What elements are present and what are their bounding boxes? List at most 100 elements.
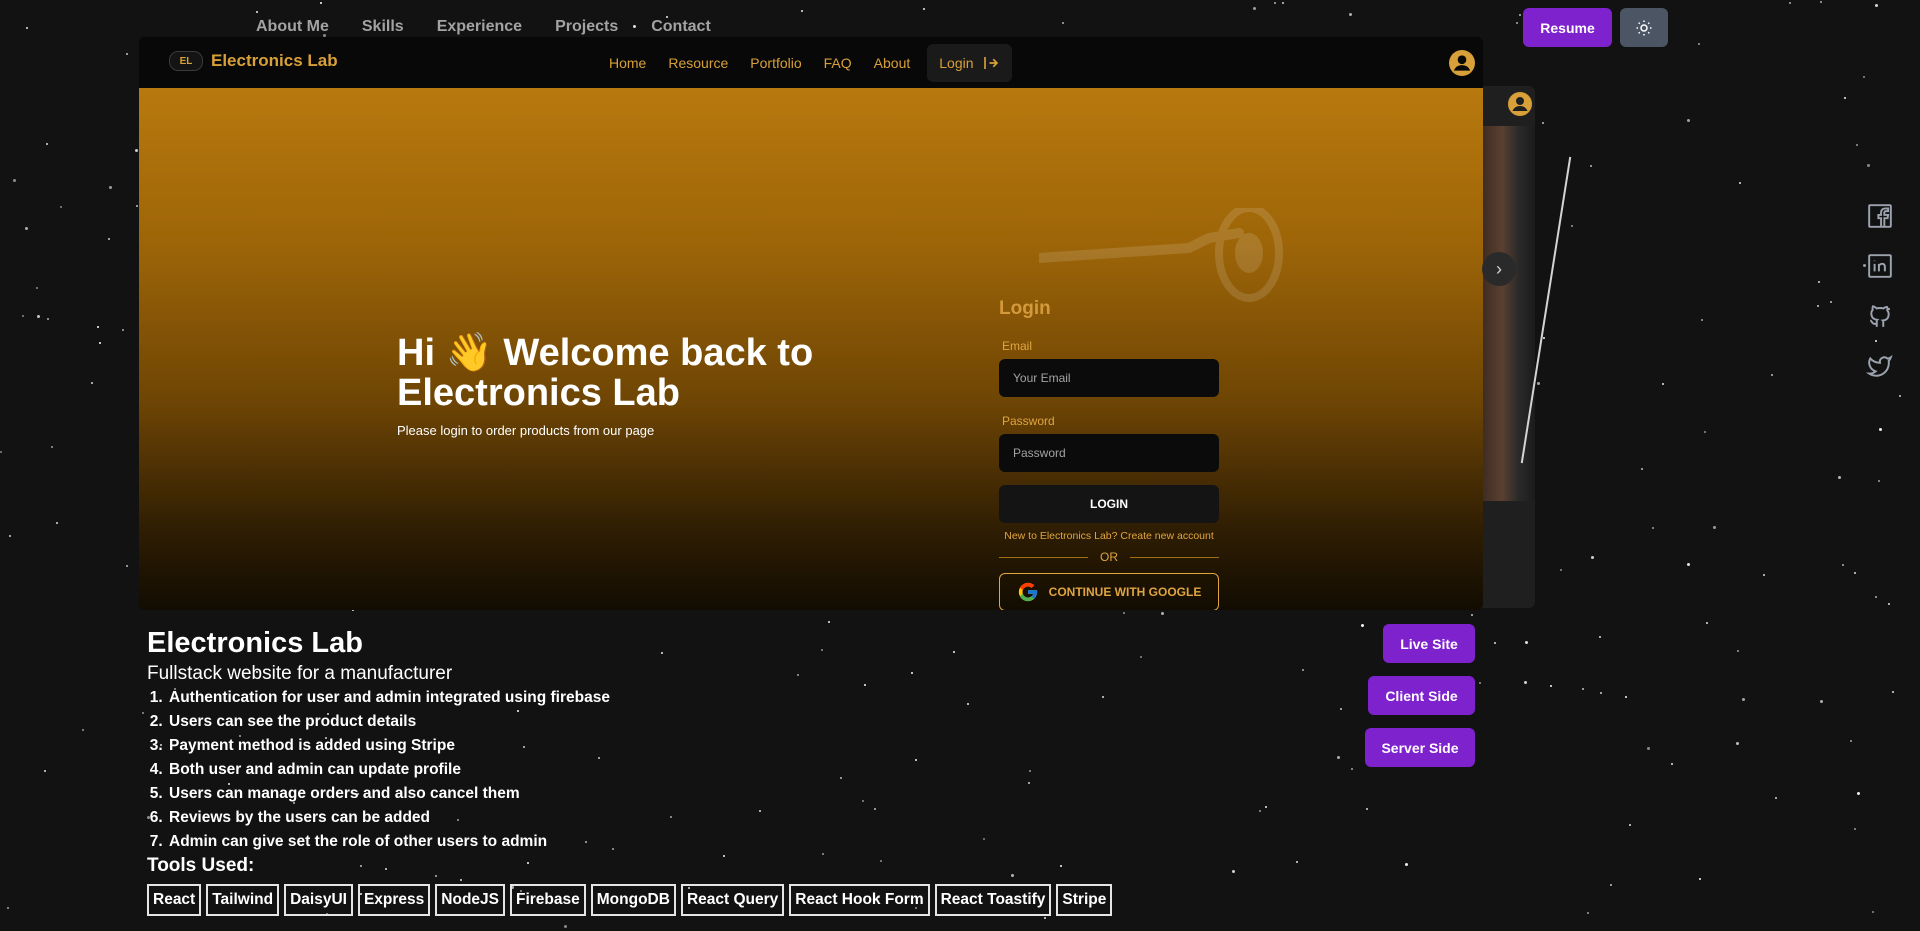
nav-experience[interactable]: Experience — [437, 18, 522, 36]
star — [1888, 603, 1890, 605]
star — [1706, 622, 1708, 624]
preview-brand[interactable]: EL Electronics Lab — [169, 51, 338, 71]
github-icon[interactable] — [1866, 303, 1894, 329]
star — [1872, 911, 1874, 913]
star — [13, 179, 16, 182]
star — [36, 287, 38, 289]
star — [25, 227, 28, 230]
star — [1775, 797, 1777, 799]
star — [1789, 2, 1791, 4]
star — [46, 143, 48, 145]
star — [1610, 884, 1612, 886]
star — [1296, 861, 1298, 863]
preview-menu-resource[interactable]: Resource — [657, 44, 739, 82]
star — [9, 535, 11, 537]
login-hero: Hi 👋 Welcome back to Electronics Lab Ple… — [139, 88, 1483, 610]
star — [109, 186, 112, 189]
star — [122, 329, 124, 331]
star — [1253, 7, 1256, 10]
preview-menu-faq[interactable]: FAQ — [813, 44, 863, 82]
star — [1361, 624, 1364, 627]
feature-list: Authentication for user and admin integr… — [147, 686, 1112, 854]
nav-skills[interactable]: Skills — [362, 18, 404, 36]
star — [1494, 642, 1496, 644]
star — [1739, 182, 1741, 184]
login-button[interactable]: LOGIN — [999, 485, 1219, 523]
password-label: Password — [1002, 414, 1055, 428]
star — [1591, 556, 1594, 559]
star — [1698, 43, 1700, 45]
password-field[interactable]: Password — [999, 434, 1219, 472]
star — [1850, 740, 1852, 742]
star — [1351, 768, 1353, 770]
star — [1232, 870, 1235, 873]
star — [142, 712, 144, 714]
star — [1641, 468, 1643, 470]
star — [99, 342, 101, 344]
star — [1737, 650, 1739, 652]
preview-menu-portfolio[interactable]: Portfolio — [739, 44, 812, 82]
user-avatar-icon[interactable] — [1449, 50, 1475, 76]
list-item: Both user and admin can update profile — [167, 758, 1112, 782]
star — [1713, 526, 1716, 529]
create-account-link[interactable]: New to Electronics Lab? Create new accou… — [999, 530, 1219, 542]
nav-projects[interactable]: Projects — [555, 18, 618, 36]
star — [126, 565, 128, 567]
star — [1542, 122, 1544, 124]
or-divider: OR — [999, 550, 1219, 564]
email-field[interactable]: Your Email — [999, 359, 1219, 397]
star — [1587, 912, 1589, 914]
preview-menu-about[interactable]: About — [863, 44, 922, 82]
star — [1519, 14, 1521, 16]
star — [320, 2, 322, 4]
client-side-button[interactable]: Client Side — [1368, 676, 1475, 715]
star — [1471, 614, 1473, 616]
star — [1274, 2, 1276, 4]
star — [126, 53, 128, 55]
brand-logo: EL — [169, 51, 203, 71]
facebook-icon[interactable] — [1866, 203, 1894, 229]
star — [1525, 641, 1528, 644]
or-label: OR — [1100, 550, 1118, 564]
twitter-icon[interactable] — [1865, 353, 1894, 379]
live-site-button[interactable]: Live Site — [1383, 624, 1475, 663]
carousel-back-card — [1480, 86, 1535, 608]
login-title: Login — [999, 298, 1051, 319]
star — [1405, 863, 1408, 866]
star — [1892, 691, 1894, 693]
star — [136, 205, 138, 207]
preview-menu-login[interactable]: Login — [927, 44, 1012, 82]
star — [1854, 828, 1856, 830]
project-preview-card: EL Electronics Lab Home Resource Portfol… — [139, 37, 1483, 610]
star — [60, 206, 62, 208]
preview-navbar: EL Electronics Lab Home Resource Portfol… — [139, 37, 1483, 88]
list-item: Authentication for user and admin integr… — [167, 686, 1112, 710]
star — [1662, 383, 1664, 385]
star — [0, 451, 2, 453]
nav-about-me[interactable]: About Me — [256, 18, 329, 36]
star — [1763, 574, 1765, 576]
login-tab-label: Login — [939, 55, 974, 71]
tool-badge: Stripe — [1056, 884, 1113, 916]
star — [1349, 13, 1352, 16]
nav-contact[interactable]: Contact — [651, 18, 711, 36]
tool-badge: React Hook Form — [789, 884, 930, 916]
star — [1820, 1, 1822, 3]
preview-menu-home[interactable]: Home — [598, 44, 657, 82]
carousel-next-button[interactable]: › — [1482, 252, 1516, 286]
star — [47, 318, 49, 320]
welcome-heading: Hi 👋 Welcome back to Electronics Lab — [397, 333, 813, 413]
star — [1062, 22, 1064, 24]
project-details: Electronics Lab Fullstack website for a … — [147, 624, 1113, 916]
star — [1899, 395, 1901, 397]
resume-button[interactable]: Resume — [1523, 8, 1612, 47]
star — [1560, 569, 1562, 571]
tool-badge: NodeJS — [435, 884, 505, 916]
theme-toggle-button[interactable] — [1620, 8, 1668, 47]
login-form: Login Email Your Email Password Password… — [999, 298, 1219, 610]
server-side-button[interactable]: Server Side — [1365, 728, 1475, 767]
star — [7, 907, 9, 909]
linkedin-icon[interactable] — [1866, 253, 1894, 279]
preview-menu: Home Resource Portfolio FAQ About Login — [598, 44, 1012, 82]
google-login-button[interactable]: CONTINUE WITH GOOGLE — [999, 573, 1219, 610]
